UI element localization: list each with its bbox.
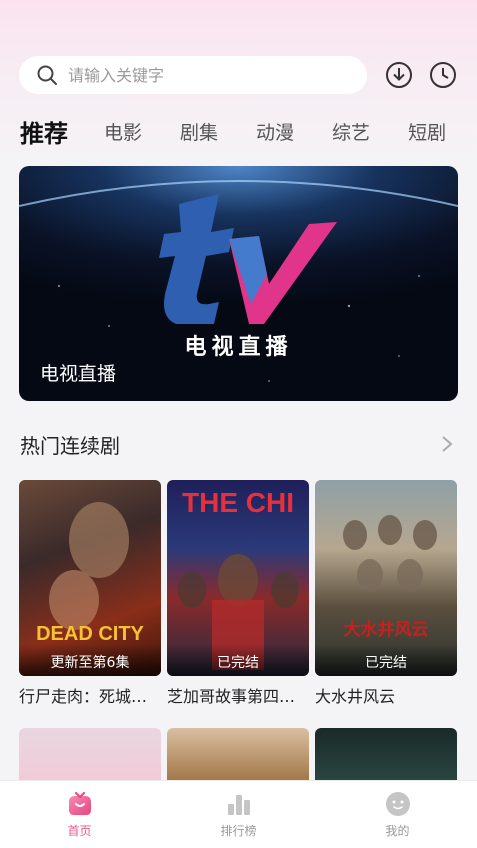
series-card[interactable] xyxy=(315,728,457,788)
section-header: 热门连续剧 xyxy=(20,430,457,458)
series-poster xyxy=(167,728,309,788)
series-card[interactable] xyxy=(167,728,309,788)
tab-short-drama[interactable]: 短剧 xyxy=(408,118,446,145)
poster-title-text: 大水井风云 xyxy=(344,619,429,640)
history-clock-icon[interactable] xyxy=(427,59,459,91)
series-poster xyxy=(19,728,161,788)
section-title: 热门连续剧 xyxy=(20,433,120,458)
episode-badge: 更新至第6集 xyxy=(19,644,161,676)
series-title: 大水井风云 xyxy=(315,687,396,706)
search-input[interactable] xyxy=(68,65,328,85)
tab-series[interactable]: 剧集 xyxy=(180,118,218,145)
tab-variety[interactable]: 综艺 xyxy=(332,118,370,145)
nav-label: 我的 xyxy=(385,823,410,838)
poster-title-text: DEAD CITY xyxy=(36,623,144,645)
series-card[interactable] xyxy=(19,728,161,788)
series-poster: THE CHI 已完结 xyxy=(167,480,309,676)
poster-title-text: THE CHI xyxy=(182,487,294,518)
bottom-navigation: 首页 排行榜 我的 xyxy=(0,780,477,848)
download-icon[interactable] xyxy=(383,59,415,91)
status-badge: 已完结 xyxy=(167,644,309,676)
search-box[interactable] xyxy=(19,56,367,94)
series-card[interactable]: 大水井风云 已完结 大水井风云 xyxy=(315,480,457,707)
live-tv-banner[interactable]: 电视直播 电视直播 xyxy=(19,166,458,401)
tab-anime[interactable]: 动漫 xyxy=(256,118,294,145)
banner-logo-text: 电视直播 xyxy=(184,334,293,360)
header-bar xyxy=(19,56,457,94)
chevron-right-icon[interactable] xyxy=(437,434,457,454)
category-tabs: 推荐 电影 剧集 动漫 综艺 短剧 xyxy=(20,113,477,149)
home-icon xyxy=(67,791,93,817)
search-icon xyxy=(36,64,58,86)
series-title: 行尸走肉：死城… xyxy=(19,687,148,706)
series-poster: DEAD CITY 更新至第6集 xyxy=(19,480,161,676)
nav-home[interactable]: 首页 xyxy=(0,781,159,848)
profile-face-icon xyxy=(385,791,411,817)
nav-label: 排行榜 xyxy=(220,823,257,838)
nav-label: 首页 xyxy=(67,823,92,838)
banner-title: 电视直播 xyxy=(40,363,117,385)
nav-profile[interactable]: 我的 xyxy=(318,781,477,848)
nav-ranking[interactable]: 排行榜 xyxy=(159,781,318,848)
series-card[interactable]: DEAD CITY 更新至第6集 行尸走肉：死城… xyxy=(19,480,161,707)
tv-logo-icon xyxy=(159,194,337,324)
series-poster: 大水井风云 已完结 xyxy=(315,480,457,676)
ranking-bar-icon xyxy=(226,791,252,817)
series-poster xyxy=(315,728,457,788)
tab-movie[interactable]: 电影 xyxy=(104,118,142,145)
status-badge: 已完结 xyxy=(315,644,457,676)
tab-recommend[interactable]: 推荐 xyxy=(20,114,68,149)
series-title: 芝加哥故事第四… xyxy=(167,687,296,706)
series-card[interactable]: THE CHI 已完结 芝加哥故事第四… xyxy=(167,480,309,707)
